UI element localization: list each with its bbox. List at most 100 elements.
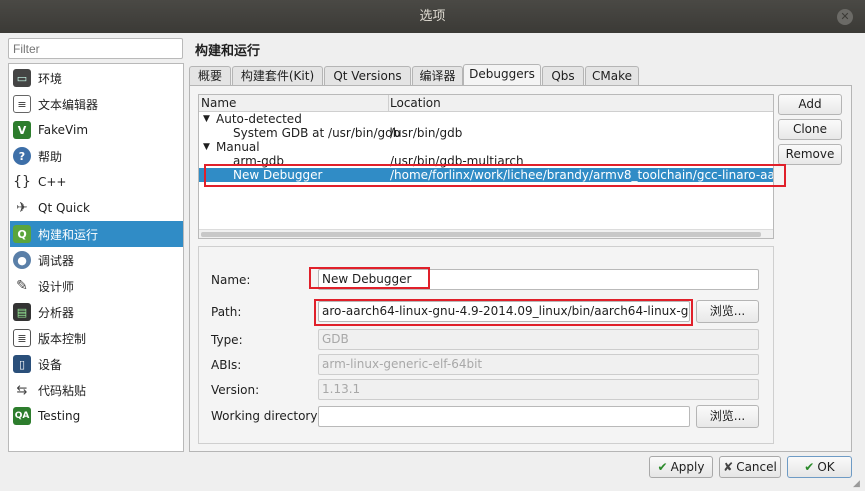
sidebar-item-label: 环境 — [38, 71, 63, 86]
version-field: 1.13.1 — [318, 379, 759, 400]
sidebar-item-fakevim[interactable]: V FakeVim — [10, 117, 183, 143]
name-field[interactable]: New Debugger — [318, 269, 759, 290]
column-divider — [388, 95, 389, 112]
clone-button[interactable]: Clone — [778, 119, 842, 140]
type-field: GDB — [318, 329, 759, 350]
type-label: Type: — [211, 333, 243, 347]
sidebar-item-designer[interactable]: ✎ 设计师 — [10, 273, 183, 299]
sidebar-item-code-paste[interactable]: ⇆ 代码粘贴 — [10, 377, 183, 403]
sidebar-item-label: 版本控制 — [38, 331, 87, 346]
sidebar-item-device[interactable]: ▯ 设备 — [10, 351, 183, 377]
page-title: 构建和运行 — [195, 44, 261, 59]
sidebar-item-environment[interactable]: ▭ 环境 — [10, 65, 183, 91]
expand-arrow-icon[interactable]: ▼ — [203, 140, 210, 154]
debugger-icon: ● — [13, 251, 31, 269]
abis-field: arm-linux-generic-elf-64bit — [318, 354, 759, 375]
sidebar-item-analyzer[interactable]: ▤ 分析器 — [10, 299, 183, 325]
add-button[interactable]: Add — [778, 94, 842, 115]
resize-grip-icon[interactable]: ◢ — [853, 479, 863, 489]
sidebar-item-debugger[interactable]: ● 调试器 — [10, 247, 183, 273]
analyzer-icon: ▤ — [13, 303, 31, 321]
abis-label: ABIs: — [211, 358, 242, 372]
sidebar-item-cpp[interactable]: {} C++ — [10, 169, 183, 195]
apply-label: Apply — [670, 460, 705, 474]
testing-icon: QA — [13, 407, 31, 425]
filter-input[interactable] — [8, 38, 183, 59]
text-editor-icon: ≡ — [13, 95, 31, 113]
designer-icon: ✎ — [16, 278, 28, 294]
tree-group-auto-detected[interactable]: ▼ Auto-detected — [199, 112, 773, 126]
sidebar-item-label: 构建和运行 — [38, 227, 99, 242]
ok-button[interactable]: ✔ OK — [787, 456, 852, 478]
debugger-location: /usr/bin/gdb-multiarch — [390, 154, 524, 168]
window-title: 选项 — [419, 9, 446, 24]
debugger-name: System GDB at /usr/bin/gdb — [233, 126, 401, 140]
tab-debuggers[interactable]: Debuggers — [463, 64, 541, 86]
help-icon: ? — [13, 147, 31, 165]
working-directory-label: Working directory: — [211, 409, 321, 423]
tab-overview[interactable]: 概要 — [189, 66, 231, 86]
column-location[interactable]: Location — [390, 96, 441, 110]
tab-qt-versions[interactable]: Qt Versions — [324, 66, 411, 86]
check-icon: ✔ — [657, 460, 668, 474]
tab-compilers[interactable]: 编译器 — [412, 66, 463, 86]
remove-button[interactable]: Remove — [778, 144, 842, 165]
close-icon[interactable]: ✕ — [837, 9, 853, 25]
tab-qbs[interactable]: Qbs — [542, 66, 584, 86]
horizontal-scrollbar[interactable] — [199, 229, 773, 238]
working-directory-field[interactable] — [318, 406, 690, 427]
version-control-icon: ≣ — [13, 329, 31, 347]
fakevim-icon: V — [13, 121, 31, 139]
title-bar: 选项 ✕ — [0, 0, 865, 33]
scrollbar-thumb[interactable] — [201, 232, 761, 237]
group-label: Auto-detected — [216, 112, 302, 126]
tree-group-manual[interactable]: ▼ Manual — [199, 140, 773, 154]
table-row-selected[interactable]: New Debugger /home/forlinx/work/lichee/b… — [199, 168, 773, 182]
sidebar-item-label: 文本编辑器 — [38, 97, 99, 112]
qtquick-icon: ✈ — [16, 200, 28, 216]
apply-button[interactable]: ✔ Apply — [649, 456, 713, 478]
sidebar-item-version-control[interactable]: ≣ 版本控制 — [10, 325, 183, 351]
device-icon: ▯ — [13, 355, 31, 373]
sidebar-item-label: FakeVim — [38, 123, 89, 137]
sidebar-item-help[interactable]: ? 帮助 — [10, 143, 183, 169]
sidebar-item-build-run[interactable]: Q 构建和运行 — [10, 221, 183, 247]
ok-label: OK — [817, 460, 835, 474]
tab-kits[interactable]: 构建套件(Kit) — [232, 66, 323, 86]
code-paste-icon: ⇆ — [16, 382, 28, 398]
name-label: Name: — [211, 273, 251, 287]
monitor-icon: ▭ — [13, 69, 31, 87]
path-browse-button[interactable]: 浏览... — [696, 300, 759, 323]
sidebar-item-label: 分析器 — [38, 305, 75, 320]
sidebar-item-qtquick[interactable]: ✈ Qt Quick — [10, 195, 183, 221]
sidebar-item-testing[interactable]: QA Testing — [10, 403, 183, 429]
tree-header: Name Location — [199, 95, 773, 112]
table-row[interactable]: System GDB at /usr/bin/gdb /usr/bin/gdb — [199, 126, 773, 140]
sidebar-item-label: Testing — [38, 409, 81, 423]
path-field[interactable]: aro-aarch64-linux-gnu-4.9-2014.09_linux/… — [318, 301, 690, 322]
sidebar-item-label: 设备 — [38, 357, 63, 372]
build-run-icon: Q — [13, 225, 31, 243]
options-dialog: 选项 ✕ ▭ 环境 ≡ 文本编辑器 V FakeVim ? 帮助 {} C++ … — [0, 0, 865, 491]
tab-cmake[interactable]: CMake — [585, 66, 639, 86]
debugger-location: /home/forlinx/work/lichee/brandy/armv8_t… — [390, 168, 774, 182]
sidebar-item-text-editor[interactable]: ≡ 文本编辑器 — [10, 91, 183, 117]
braces-icon: {} — [13, 174, 31, 190]
cancel-label: Cancel — [736, 460, 777, 474]
debugger-tree[interactable]: Name Location ▼ Auto-detected System GDB… — [198, 94, 774, 239]
sidebar-item-label: C++ — [38, 175, 67, 189]
group-label: Manual — [216, 140, 260, 154]
sidebar-item-label: 代码粘贴 — [38, 383, 87, 398]
version-label: Version: — [211, 383, 260, 397]
cross-icon: ✘ — [723, 460, 734, 474]
sidebar-item-label: Qt Quick — [38, 201, 90, 215]
check-icon: ✔ — [804, 460, 815, 474]
cancel-button[interactable]: ✘ Cancel — [719, 456, 781, 478]
table-row[interactable]: arm-gdb /usr/bin/gdb-multiarch — [199, 154, 773, 168]
column-name[interactable]: Name — [201, 96, 236, 110]
working-directory-browse-button[interactable]: 浏览... — [696, 405, 759, 428]
category-sidebar: ▭ 环境 ≡ 文本编辑器 V FakeVim ? 帮助 {} C++ ✈ Qt … — [8, 63, 184, 452]
debugger-name: arm-gdb — [233, 154, 284, 168]
expand-arrow-icon[interactable]: ▼ — [203, 112, 210, 126]
sidebar-item-label: 设计师 — [38, 279, 75, 294]
